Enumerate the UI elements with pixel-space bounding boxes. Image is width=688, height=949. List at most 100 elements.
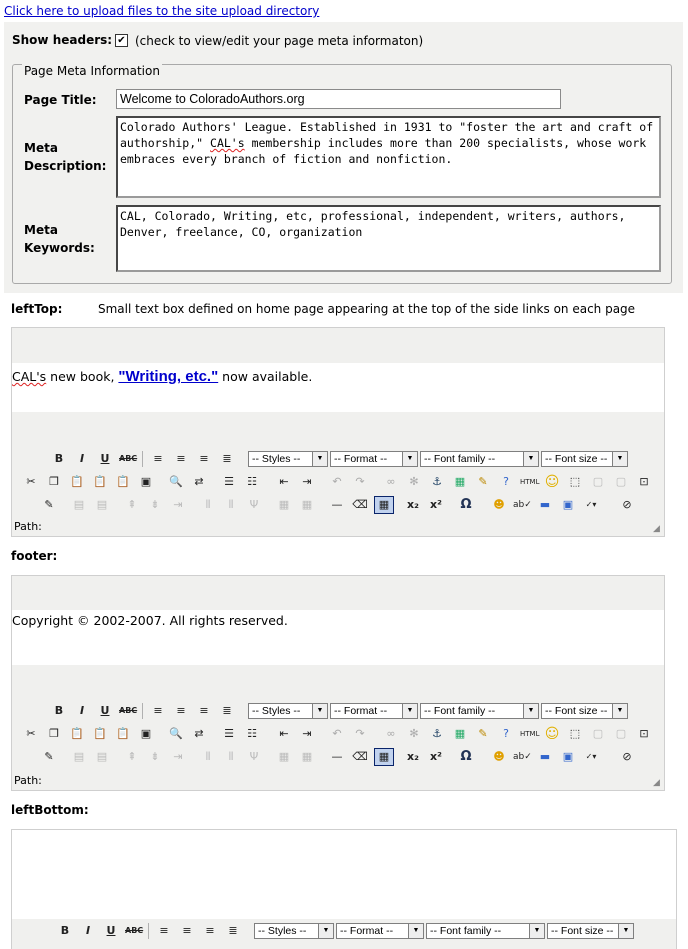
italic-button[interactable]: I: [79, 923, 97, 939]
align-center-icon[interactable]: ≡: [172, 703, 190, 719]
font-family-select[interactable]: -- Font family -- ▼: [420, 703, 539, 719]
show-headers-checkbox[interactable]: ✔: [115, 34, 128, 47]
writing-etc-link[interactable]: "Writing, etc.": [118, 368, 218, 385]
delete-col-icon[interactable]: Ψ: [245, 497, 263, 513]
outdent-icon[interactable]: ⇤: [275, 726, 293, 742]
media-icon[interactable]: ▣: [559, 749, 577, 765]
bold-button[interactable]: B: [50, 703, 68, 719]
subscript-button[interactable]: x₂: [404, 497, 422, 513]
align-justify-icon[interactable]: ≣: [224, 923, 242, 939]
align-justify-icon[interactable]: ≣: [218, 703, 236, 719]
font-family-select[interactable]: -- Font family -- ▼: [426, 923, 545, 939]
row-props-icon[interactable]: ▤: [70, 497, 88, 513]
undo-icon[interactable]: ↶: [328, 726, 346, 742]
paste-text-icon[interactable]: 📋: [91, 726, 109, 742]
cut-icon[interactable]: ✂: [22, 474, 40, 490]
superscript-button[interactable]: x²: [427, 497, 445, 513]
visual-aid-icon[interactable]: ⬚: [566, 726, 584, 742]
special-char-button[interactable]: Ω: [457, 497, 475, 513]
indent-icon[interactable]: ⇥: [298, 726, 316, 742]
underline-button[interactable]: U: [96, 703, 114, 719]
horizontal-rule-icon[interactable]: —: [328, 497, 346, 513]
align-right-icon[interactable]: ≡: [195, 703, 213, 719]
cleanup-icon[interactable]: ✎: [474, 726, 492, 742]
insert-layer-icon[interactable]: ▢: [589, 474, 607, 490]
move-layer-icon[interactable]: ▢: [612, 474, 630, 490]
indent-icon[interactable]: ⇥: [298, 474, 316, 490]
row-props-icon[interactable]: ▤: [70, 749, 88, 765]
align-right-icon[interactable]: ≡: [201, 923, 219, 939]
copy-icon[interactable]: ❐: [45, 726, 63, 742]
merge-cells-icon[interactable]: ▦: [298, 749, 316, 765]
lefttop-content-area[interactable]: CAL's new book, "Writing, etc." now avai…: [12, 363, 664, 412]
font-size-select[interactable]: -- Font size -- ▼: [541, 451, 628, 467]
spellchecker-dropdown-icon[interactable]: ✓▾: [582, 749, 600, 765]
edit-css-icon[interactable]: ✎: [40, 749, 58, 765]
font-family-select[interactable]: -- Font family -- ▼: [420, 451, 539, 467]
cut-icon[interactable]: ✂: [22, 726, 40, 742]
image-icon[interactable]: ▦: [451, 726, 469, 742]
italic-button[interactable]: I: [73, 703, 91, 719]
numbered-list-icon[interactable]: ☷: [243, 726, 261, 742]
anchor-icon[interactable]: ⚓: [428, 726, 446, 742]
image-icon[interactable]: ▦: [451, 474, 469, 490]
bullet-list-icon[interactable]: ☰: [220, 474, 238, 490]
meta-keywords-textarea[interactable]: CAL, Colorado, Writing, etc, professiona…: [116, 205, 661, 272]
iframe-icon[interactable]: ▬: [536, 497, 554, 513]
meta-description-textarea[interactable]: Colorado Authors' League. Established in…: [116, 116, 661, 198]
html-source-button[interactable]: HTML: [520, 474, 539, 490]
visual-aid-icon[interactable]: ⬚: [566, 474, 584, 490]
col-after-icon[interactable]: ⫴: [222, 497, 240, 513]
delete-row-icon[interactable]: ⇥: [169, 497, 187, 513]
replace-icon[interactable]: ⇄: [190, 474, 208, 490]
numbered-list-icon[interactable]: ☷: [243, 474, 261, 490]
format-select[interactable]: -- Format -- ▼: [330, 451, 418, 467]
delete-row-icon[interactable]: ⇥: [169, 749, 187, 765]
row-before-icon[interactable]: ⇞: [123, 749, 141, 765]
format-select[interactable]: -- Format -- ▼: [336, 923, 424, 939]
insert-table-icon[interactable]: ▦: [374, 748, 394, 766]
redo-icon[interactable]: ↷: [351, 726, 369, 742]
styles-select[interactable]: -- Styles -- ▼: [254, 923, 334, 939]
paste-word-icon[interactable]: 📋: [114, 726, 132, 742]
anchor-icon[interactable]: ⚓: [428, 474, 446, 490]
footer-content-area[interactable]: Copyright © 2002-2007. All rights reserv…: [12, 610, 664, 665]
underline-button[interactable]: U: [96, 451, 114, 467]
unlink-icon[interactable]: ✻: [405, 474, 423, 490]
align-left-icon[interactable]: ≡: [149, 703, 167, 719]
bold-button[interactable]: B: [50, 451, 68, 467]
unlink-icon[interactable]: ✻: [405, 726, 423, 742]
paste-word-icon[interactable]: 📋: [114, 474, 132, 490]
resize-grip-icon[interactable]: ◢: [653, 525, 662, 534]
find-icon[interactable]: 🔍: [167, 474, 185, 490]
align-justify-icon[interactable]: ≣: [218, 451, 236, 467]
italic-button[interactable]: I: [73, 451, 91, 467]
upload-files-link[interactable]: Click here to upload files to the site u…: [4, 4, 319, 18]
redo-icon[interactable]: ↷: [351, 474, 369, 490]
cleanup-icon[interactable]: ✎: [474, 474, 492, 490]
absolute-icon[interactable]: ⊡: [635, 474, 653, 490]
spellcheck-icon[interactable]: ab✓: [513, 497, 532, 513]
paste-icon[interactable]: 📋: [68, 474, 86, 490]
paste-text-icon[interactable]: 📋: [91, 474, 109, 490]
row-before-icon[interactable]: ⇞: [123, 497, 141, 513]
help-icon[interactable]: ?: [497, 726, 515, 742]
col-before-icon[interactable]: ⫴: [199, 749, 217, 765]
horizontal-rule-icon[interactable]: —: [328, 749, 346, 765]
font-size-select[interactable]: -- Font size -- ▼: [541, 703, 628, 719]
superscript-button[interactable]: x²: [427, 749, 445, 765]
select-all-icon[interactable]: ▣: [137, 726, 155, 742]
merge-cells-icon[interactable]: ▦: [298, 497, 316, 513]
strikethrough-button[interactable]: ABC: [125, 923, 143, 939]
styles-select[interactable]: -- Styles -- ▼: [248, 703, 328, 719]
align-left-icon[interactable]: ≡: [149, 451, 167, 467]
strikethrough-button[interactable]: ABC: [119, 451, 137, 467]
bullet-list-icon[interactable]: ☰: [220, 726, 238, 742]
split-cells-icon[interactable]: ▦: [275, 497, 293, 513]
align-left-icon[interactable]: ≡: [155, 923, 173, 939]
flash-icon[interactable]: ⊘: [618, 749, 636, 765]
col-after-icon[interactable]: ⫴: [222, 749, 240, 765]
help-icon[interactable]: ?: [497, 474, 515, 490]
replace-icon[interactable]: ⇄: [190, 726, 208, 742]
move-layer-icon[interactable]: ▢: [612, 726, 630, 742]
